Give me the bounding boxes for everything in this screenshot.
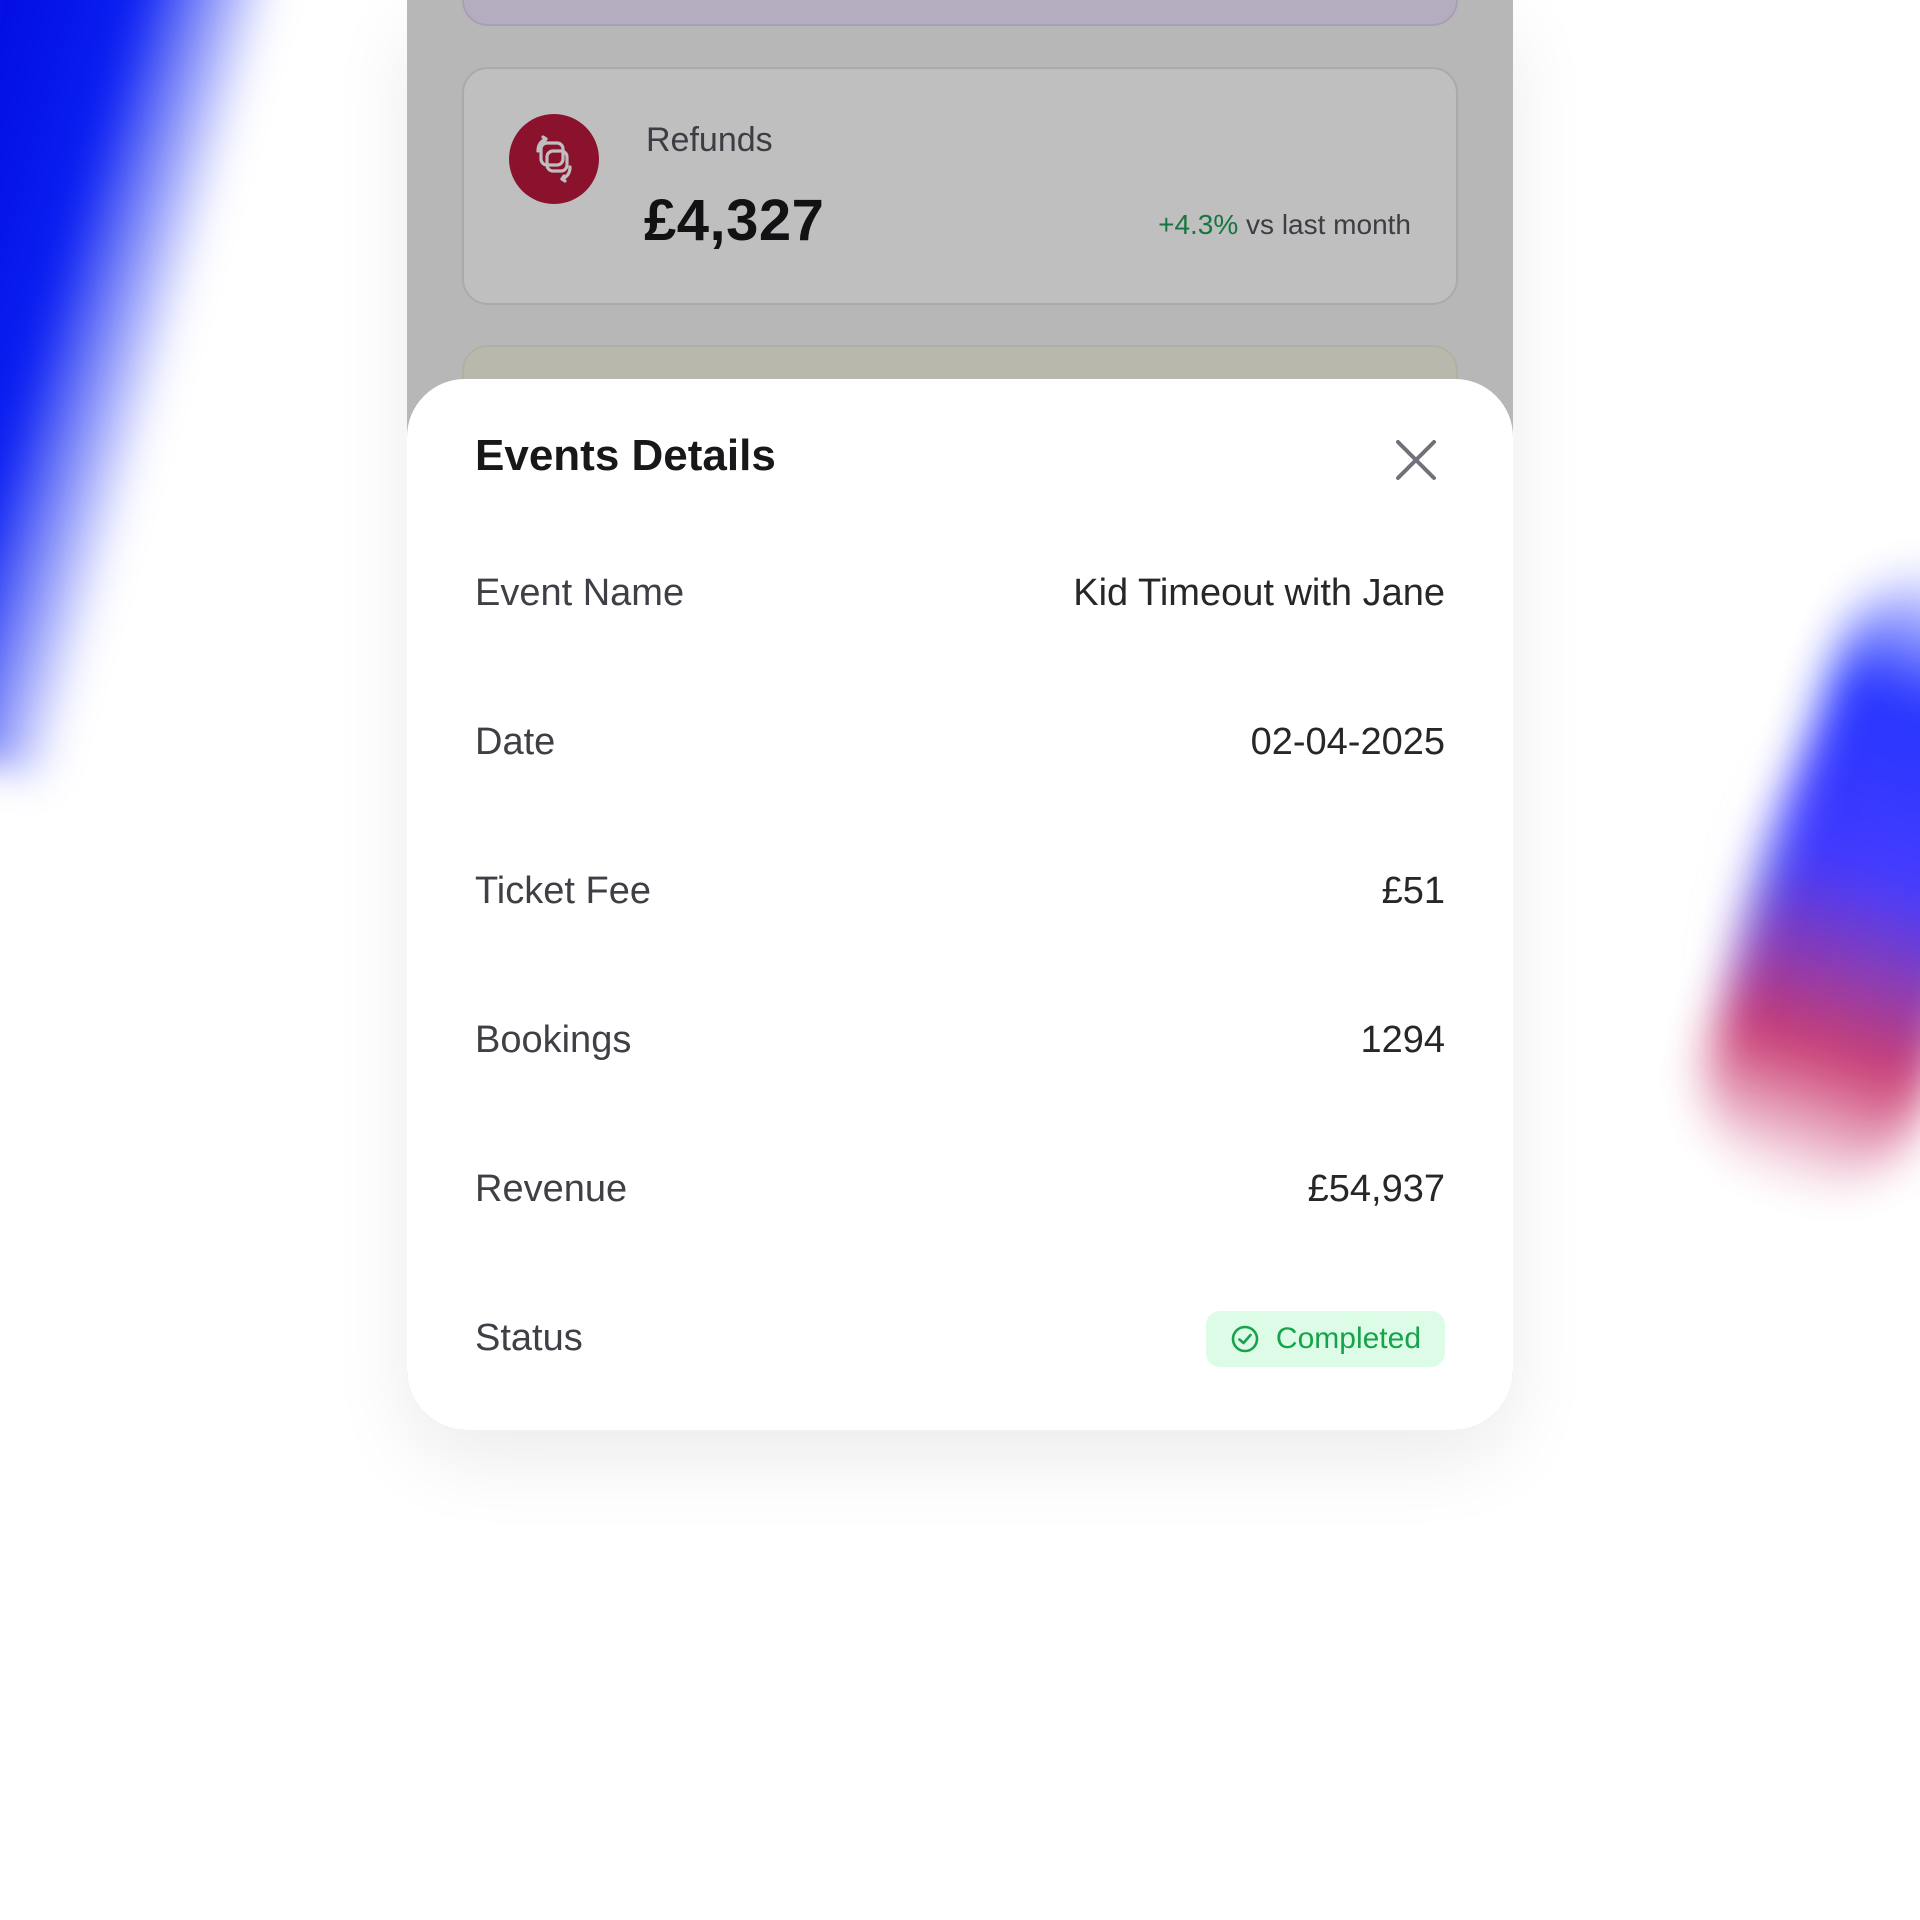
phone-screen: Refunds £4,327 +4.3% vs last month Event… xyxy=(407,0,1513,1430)
detail-value: 02-04-2025 xyxy=(1250,721,1445,763)
detail-row-date: Date 02-04-2025 xyxy=(475,668,1445,817)
status-text: Completed xyxy=(1275,1321,1421,1355)
detail-label: Event Name xyxy=(475,572,685,614)
check-circle-icon xyxy=(1230,1324,1260,1354)
detail-row-status: Status Completed xyxy=(475,1264,1445,1413)
close-button[interactable] xyxy=(1391,435,1441,485)
detail-value: £54,937 xyxy=(1307,1168,1445,1210)
detail-label: Date xyxy=(475,721,556,763)
detail-label: Status xyxy=(475,1317,583,1359)
details-list: Event Name Kid Timeout with Jane Date 02… xyxy=(475,519,1445,1413)
close-icon xyxy=(1396,440,1436,480)
detail-row-revenue: Revenue £54,937 xyxy=(475,1115,1445,1264)
background-streak-left xyxy=(0,0,299,784)
detail-label: Bookings xyxy=(475,1019,632,1061)
status-badge: Completed xyxy=(1205,1310,1445,1367)
detail-value: Kid Timeout with Jane xyxy=(1073,572,1445,614)
event-details-modal: Events Details Event Name Kid Timeout wi… xyxy=(407,379,1513,1430)
background-streak-right xyxy=(1676,541,1920,1219)
detail-row-ticket-fee: Ticket Fee £51 xyxy=(475,817,1445,966)
detail-row-bookings: Bookings 1294 xyxy=(475,966,1445,1115)
modal-title: Events Details xyxy=(475,431,776,480)
detail-row-event-name: Event Name Kid Timeout with Jane xyxy=(475,519,1445,668)
detail-label: Revenue xyxy=(475,1168,628,1210)
detail-value: 1294 xyxy=(1360,1019,1445,1061)
detail-label: Ticket Fee xyxy=(475,870,651,912)
detail-value: £51 xyxy=(1381,870,1445,912)
